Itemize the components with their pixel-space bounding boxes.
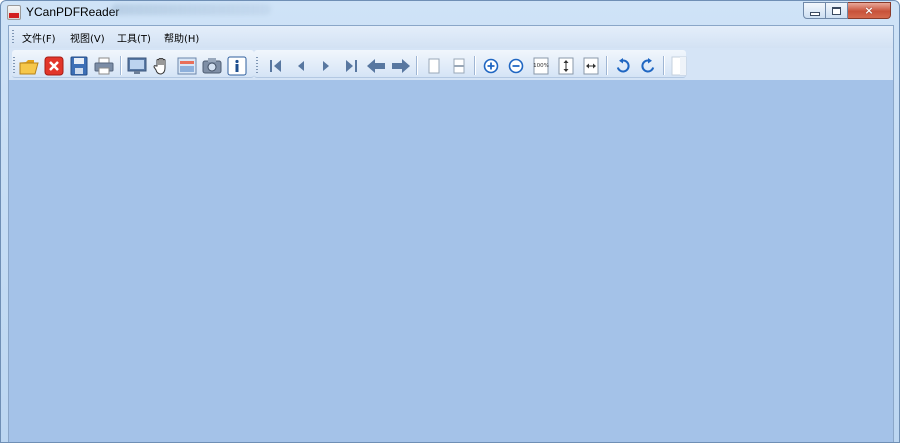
rotate-right-button[interactable] (637, 55, 658, 76)
zoom-in-button[interactable] (480, 55, 501, 76)
actual-size-button[interactable]: 100% (530, 55, 551, 76)
last-page-button[interactable] (340, 55, 361, 76)
app-window: YCanPDFReader × 文件(F) 视图(V) 工具(T) 帮助(H) (0, 0, 900, 443)
toolbar-separator (416, 56, 418, 75)
single-page-icon (428, 58, 439, 73)
forward-button[interactable] (390, 55, 411, 76)
close-button[interactable]: × (848, 2, 891, 19)
select-image-icon (177, 57, 196, 74)
last-page-icon (345, 59, 357, 72)
save-icon (70, 56, 87, 75)
camera-icon (202, 57, 221, 73)
close-document-icon (44, 56, 63, 75)
fit-height-button[interactable] (555, 55, 576, 76)
actual-size-label: 100% (533, 63, 549, 69)
open-button[interactable] (18, 55, 39, 76)
sidebar-toggle-button[interactable] (668, 55, 689, 76)
blurred-title-region (111, 4, 271, 15)
toolbar-separator (120, 56, 122, 75)
rotate-left-icon (616, 57, 630, 72)
fit-height-icon (558, 57, 573, 74)
minimize-button[interactable] (803, 2, 826, 19)
close-document-button[interactable] (43, 55, 64, 76)
first-page-button[interactable] (265, 55, 286, 76)
single-page-button[interactable] (423, 55, 444, 76)
first-page-icon (269, 59, 281, 72)
actual-size-icon: 100% (533, 57, 549, 74)
previous-page-button[interactable] (290, 55, 311, 76)
toolbar: 100% (9, 48, 893, 80)
menu-file[interactable]: 文件(F) (22, 30, 56, 45)
forward-arrow-icon (391, 58, 410, 73)
continuous-page-icon (453, 58, 464, 73)
menu-help[interactable]: 帮助(H) (164, 30, 199, 45)
zoom-out-button[interactable] (505, 55, 526, 76)
menu-tools[interactable]: 工具(T) (117, 30, 151, 45)
full-screen-button[interactable] (126, 55, 147, 76)
back-arrow-icon (366, 58, 385, 73)
toolbar-separator (663, 56, 665, 75)
info-icon (227, 56, 246, 75)
rotate-right-icon (640, 57, 654, 72)
toolbar-grip[interactable] (13, 57, 15, 73)
toolbar-grip[interactable] (256, 57, 258, 73)
close-icon: × (864, 4, 874, 17)
client-area: 文件(F) 视图(V) 工具(T) 帮助(H) 100% (8, 25, 894, 442)
menu-grip[interactable] (12, 30, 14, 44)
open-folder-icon (19, 59, 39, 74)
window-controls: × (803, 2, 891, 20)
sidebar-toggle-icon (671, 56, 686, 75)
toolbar-file-group (12, 50, 254, 78)
document-viewport[interactable] (9, 80, 893, 442)
continuous-page-button[interactable] (448, 55, 469, 76)
monitor-icon (127, 57, 146, 74)
snapshot-button[interactable] (201, 55, 222, 76)
back-button[interactable] (365, 55, 386, 76)
rotate-left-button[interactable] (612, 55, 633, 76)
fit-width-icon (583, 57, 598, 74)
hand-tool-button[interactable] (151, 55, 172, 76)
zoom-out-icon (508, 58, 523, 73)
save-button[interactable] (68, 55, 89, 76)
window-title: YCanPDFReader (26, 5, 120, 19)
select-image-button[interactable] (176, 55, 197, 76)
minimize-icon (809, 11, 820, 16)
hand-tool-icon (152, 57, 165, 75)
maximize-button[interactable] (826, 2, 848, 19)
previous-page-icon (297, 60, 304, 71)
maximize-icon (832, 6, 841, 15)
next-page-icon (322, 60, 329, 71)
fit-width-button[interactable] (580, 55, 601, 76)
print-icon (94, 57, 113, 74)
app-logo-icon (7, 5, 21, 20)
menu-bar: 文件(F) 视图(V) 工具(T) 帮助(H) (9, 26, 893, 48)
print-button[interactable] (93, 55, 114, 76)
toolbar-separator (474, 56, 476, 75)
title-bar[interactable]: YCanPDFReader × (1, 1, 899, 25)
zoom-in-icon (483, 58, 498, 73)
toolbar-navigation-group: 100% (254, 50, 686, 78)
toolbar-separator (606, 56, 608, 75)
document-info-button[interactable] (226, 55, 247, 76)
next-page-button[interactable] (315, 55, 336, 76)
menu-view[interactable]: 视图(V) (70, 30, 105, 45)
